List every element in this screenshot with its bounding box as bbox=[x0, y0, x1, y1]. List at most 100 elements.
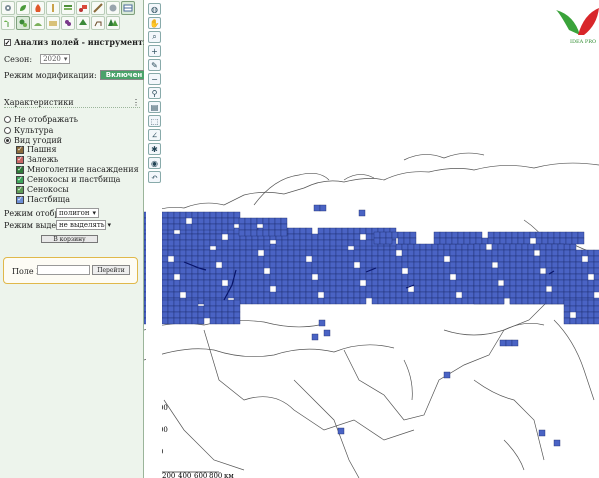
field-cell[interactable] bbox=[473, 291, 481, 299]
select-area-icon[interactable]: ⬚ bbox=[148, 115, 161, 127]
field-cell[interactable] bbox=[449, 261, 457, 269]
field-cell[interactable] bbox=[401, 243, 409, 251]
field-cell[interactable] bbox=[233, 285, 241, 293]
field-cell[interactable] bbox=[425, 255, 433, 263]
field-cell[interactable] bbox=[473, 255, 481, 263]
field-cell[interactable] bbox=[281, 239, 289, 247]
field-cell[interactable] bbox=[215, 299, 223, 307]
field-cell[interactable] bbox=[317, 233, 325, 241]
field-cell[interactable] bbox=[461, 261, 469, 269]
field-cell[interactable] bbox=[269, 267, 277, 275]
field-cell[interactable] bbox=[227, 311, 235, 319]
field-cell[interactable] bbox=[593, 279, 599, 287]
field-cell[interactable] bbox=[305, 291, 313, 299]
field-cell[interactable] bbox=[167, 285, 175, 293]
field-cell[interactable] bbox=[233, 317, 241, 325]
field-cell[interactable] bbox=[473, 297, 481, 305]
field-cell[interactable] bbox=[473, 279, 481, 287]
field-cell[interactable] bbox=[311, 255, 319, 263]
field-cell[interactable] bbox=[455, 285, 463, 293]
field-cell[interactable] bbox=[581, 311, 589, 319]
field-cell[interactable] bbox=[359, 239, 367, 247]
field-cell[interactable] bbox=[365, 239, 373, 247]
field-cell[interactable] bbox=[323, 233, 331, 241]
field-cell[interactable] bbox=[545, 243, 553, 251]
print-icon[interactable]: ▤ bbox=[148, 101, 161, 113]
marker-icon[interactable]: ✱ bbox=[148, 143, 161, 155]
field-cell[interactable] bbox=[311, 261, 319, 269]
field-cell[interactable] bbox=[251, 273, 259, 281]
field-cell[interactable] bbox=[179, 217, 187, 225]
field-cell[interactable] bbox=[431, 291, 439, 299]
field-cell[interactable] bbox=[221, 311, 229, 319]
field-cell[interactable] bbox=[551, 273, 559, 281]
field-cell[interactable] bbox=[443, 279, 451, 287]
field-cell[interactable] bbox=[245, 291, 253, 299]
field-cell[interactable] bbox=[539, 291, 547, 299]
field-cell[interactable] bbox=[251, 239, 259, 247]
field-cell[interactable] bbox=[203, 239, 211, 247]
field-cell[interactable] bbox=[413, 273, 421, 281]
field-cell[interactable] bbox=[401, 285, 409, 293]
select-mode-select[interactable]: не выделять ▾ bbox=[56, 220, 111, 230]
field-cell[interactable] bbox=[317, 285, 325, 293]
field-cell[interactable] bbox=[491, 279, 499, 287]
field-cell[interactable] bbox=[191, 249, 199, 257]
zoom-region-icon[interactable]: ⌕ bbox=[148, 31, 161, 43]
field-cell[interactable] bbox=[197, 279, 205, 287]
field-cell[interactable] bbox=[443, 249, 451, 257]
field-cell[interactable] bbox=[179, 305, 187, 313]
field-cell[interactable] bbox=[269, 255, 277, 263]
field-cell[interactable] bbox=[257, 267, 265, 275]
field-cell[interactable] bbox=[323, 261, 331, 269]
field-cell[interactable] bbox=[173, 249, 181, 257]
field-cell[interactable] bbox=[293, 227, 301, 235]
field-cell[interactable] bbox=[179, 239, 187, 247]
field-cell[interactable] bbox=[167, 317, 175, 325]
field-cell[interactable] bbox=[377, 291, 385, 299]
field-cell[interactable] bbox=[203, 291, 211, 299]
field-cell[interactable] bbox=[233, 239, 241, 247]
field-cell[interactable] bbox=[431, 267, 439, 275]
field-cell[interactable] bbox=[203, 233, 211, 241]
field-cell[interactable] bbox=[575, 249, 583, 257]
field-cell[interactable] bbox=[197, 291, 205, 299]
field-cell[interactable] bbox=[559, 237, 567, 245]
field-cell[interactable] bbox=[275, 297, 283, 305]
radio-culture[interactable] bbox=[4, 127, 11, 134]
field-cell[interactable] bbox=[317, 239, 325, 247]
field-cell[interactable] bbox=[329, 233, 337, 241]
field-cell[interactable] bbox=[197, 239, 205, 247]
field-cell[interactable] bbox=[173, 239, 181, 247]
wheat-icon[interactable] bbox=[46, 1, 60, 15]
field-cell[interactable] bbox=[221, 267, 229, 275]
field-cell[interactable] bbox=[209, 279, 217, 287]
field-cell[interactable] bbox=[191, 299, 199, 307]
field-cell[interactable] bbox=[443, 371, 451, 379]
field-cell[interactable] bbox=[317, 297, 325, 305]
field-cell[interactable] bbox=[581, 317, 589, 325]
field-cell[interactable] bbox=[449, 267, 457, 275]
field-cell[interactable] bbox=[569, 267, 577, 275]
field-cell[interactable] bbox=[437, 297, 445, 305]
field-cell[interactable] bbox=[371, 273, 379, 281]
field-cell[interactable] bbox=[203, 279, 211, 287]
field-cell[interactable] bbox=[533, 243, 541, 251]
field-cell[interactable] bbox=[425, 267, 433, 275]
field-cell[interactable] bbox=[577, 231, 585, 239]
field-cell[interactable] bbox=[263, 273, 271, 281]
field-cell[interactable] bbox=[593, 317, 599, 325]
field-cell[interactable] bbox=[479, 261, 487, 269]
field-cell[interactable] bbox=[451, 237, 459, 245]
field-cell[interactable] bbox=[503, 291, 511, 299]
field-cell[interactable] bbox=[318, 319, 326, 327]
field-cell[interactable] bbox=[221, 273, 229, 281]
legend-checkbox[interactable]: ✓ bbox=[16, 175, 24, 184]
field-cell[interactable] bbox=[323, 297, 331, 305]
field-cell[interactable] bbox=[293, 279, 301, 287]
field-cell[interactable] bbox=[244, 223, 252, 231]
field-cell[interactable] bbox=[173, 285, 181, 293]
field-cell[interactable] bbox=[227, 267, 235, 275]
field-cell[interactable] bbox=[341, 291, 349, 299]
field-cell[interactable] bbox=[467, 261, 475, 269]
